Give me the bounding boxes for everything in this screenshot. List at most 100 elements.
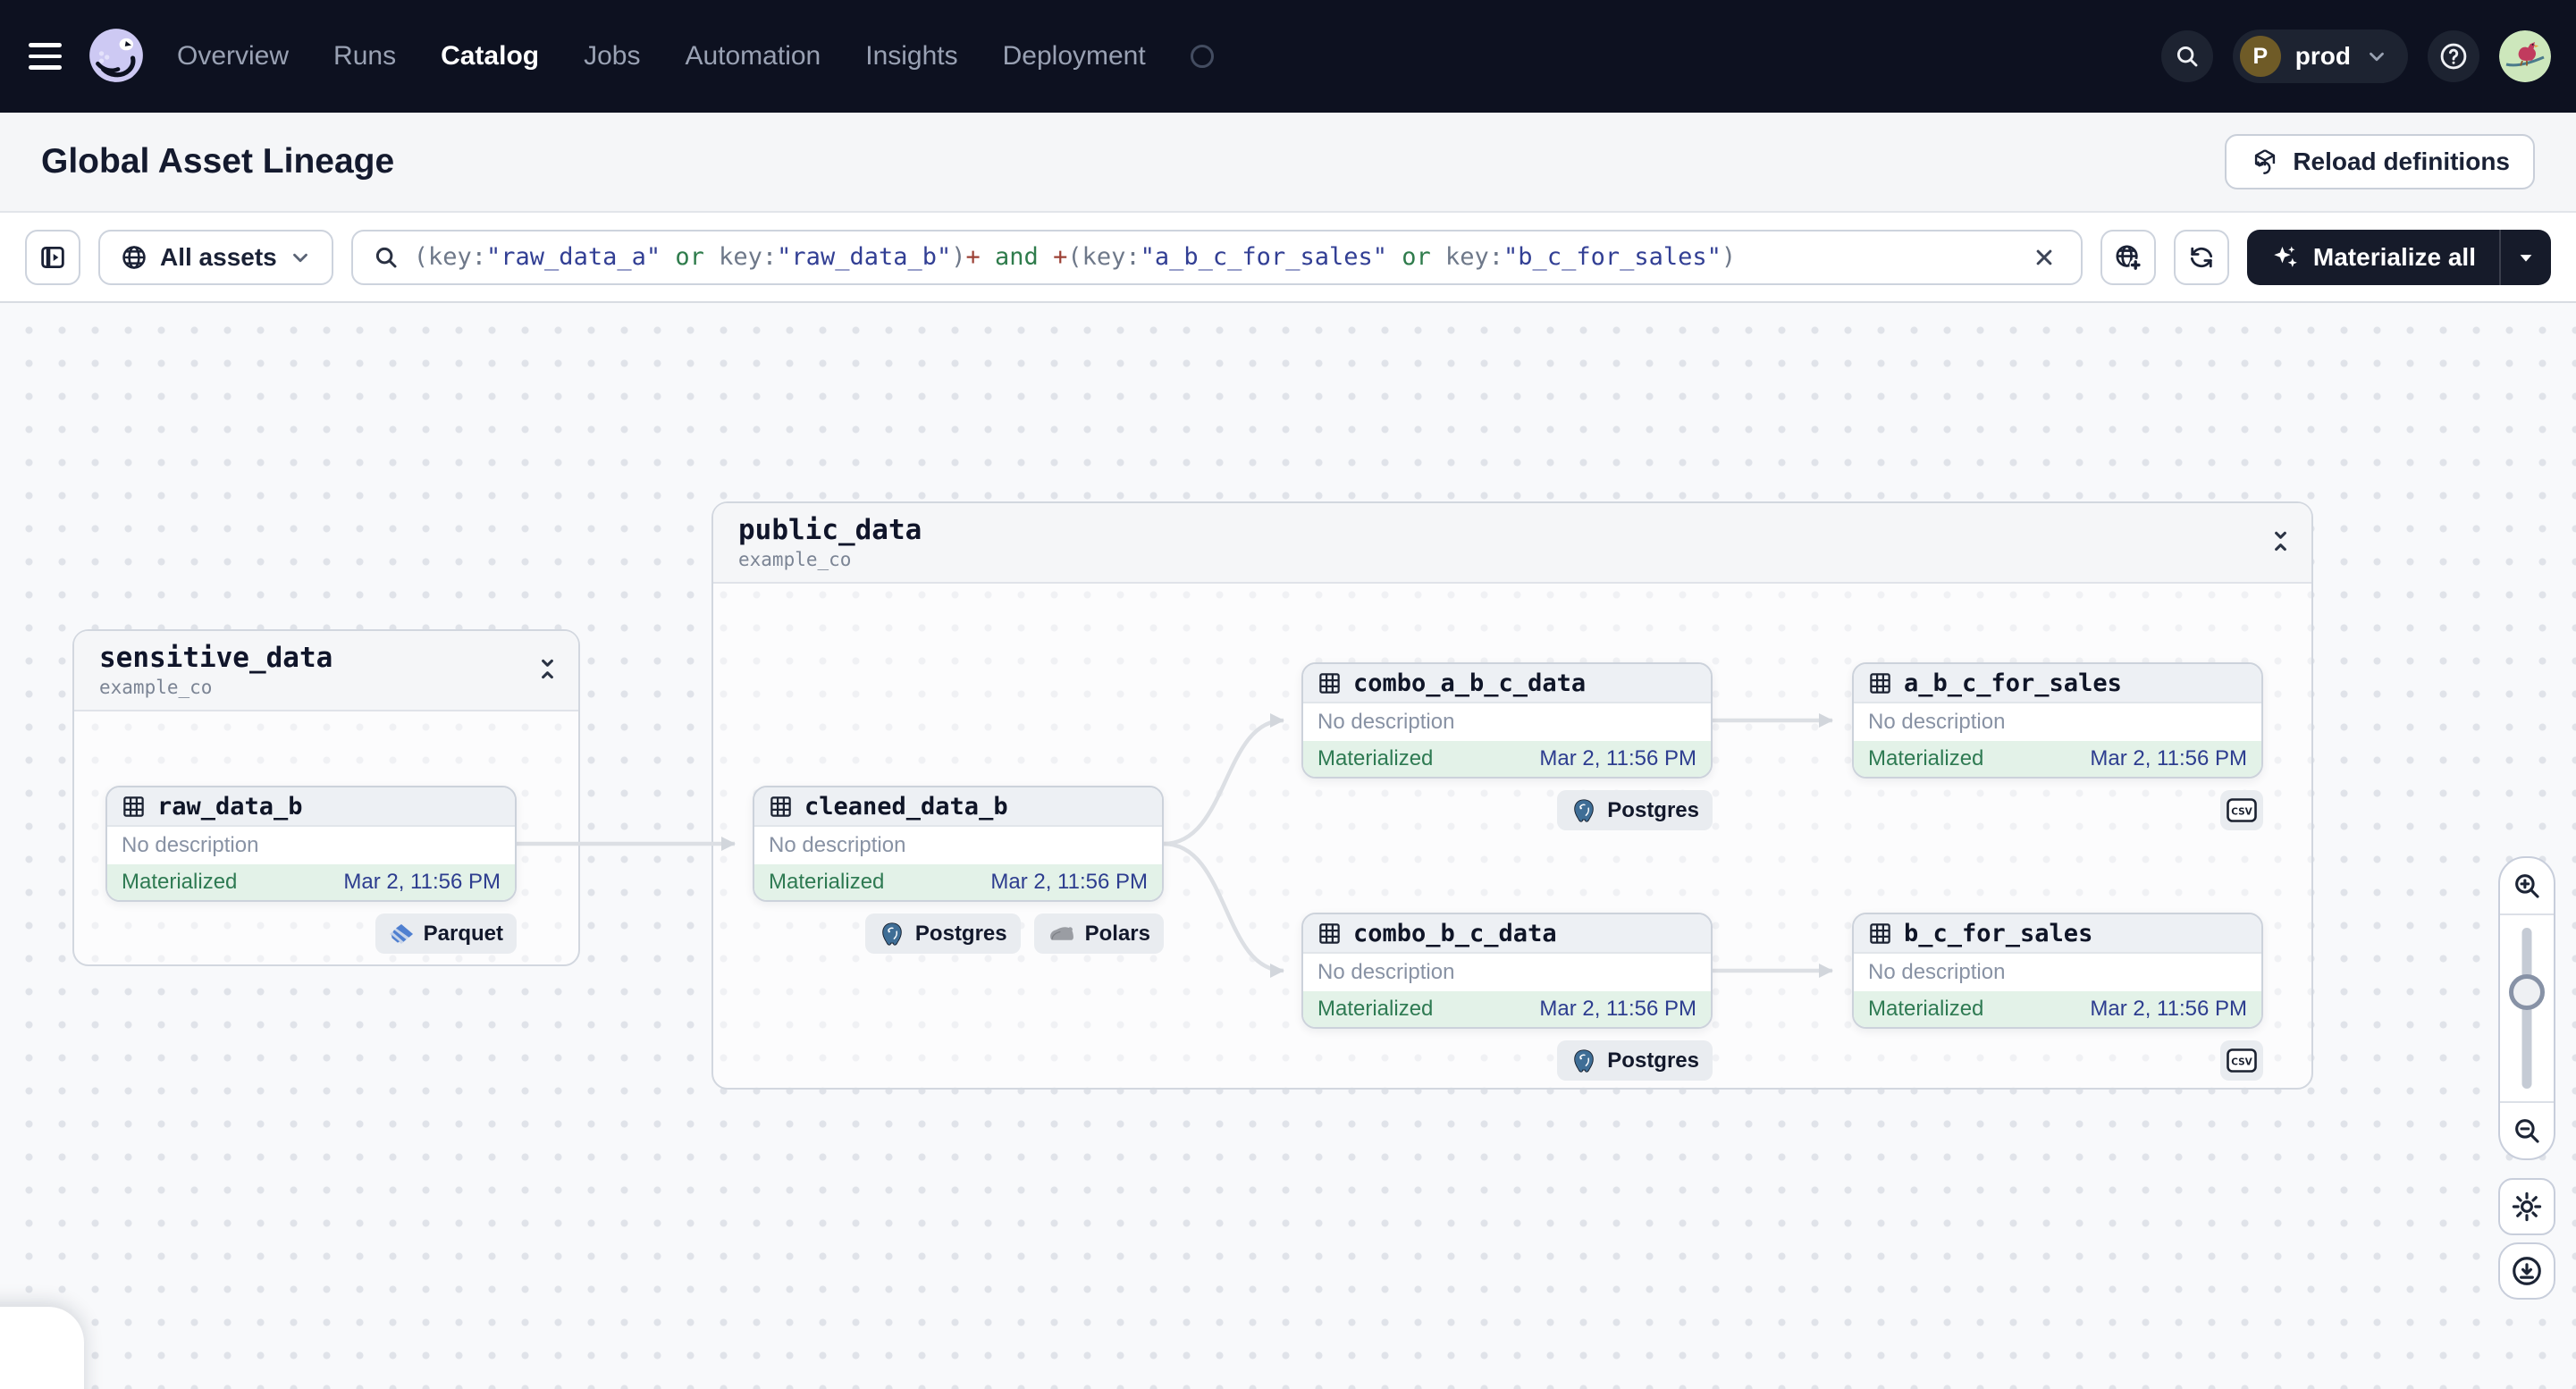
asset-node-header: b_c_for_sales [1854,914,2261,954]
asset-name: combo_a_b_c_data [1353,669,1587,697]
asset-kind-badges: Postgres [1301,790,1713,830]
materialization-timestamp: Mar 2, 11:56 PM [2090,997,2247,1021]
cardinal-avatar-icon [2499,30,2551,82]
materialize-all-button[interactable]: Materialize all [2247,230,2499,285]
asset-node-combo_b_c_data[interactable]: combo_b_c_data No description Materializ… [1301,913,1713,1029]
materialization-timestamp: Mar 2, 11:56 PM [1539,746,1696,770]
asset-node-a_b_c_for_sales[interactable]: a_b_c_for_sales No description Materiali… [1852,662,2263,779]
asset-description: No description [769,833,906,857]
kind-badge-postgres[interactable]: Postgres [1557,790,1713,830]
clear-filter-button[interactable] [2027,240,2061,274]
settings-button[interactable] [2498,1178,2555,1235]
asset-status-row: Materialized Mar 2, 11:56 PM [754,864,1162,900]
kind-badge-csv[interactable]: CSV [2220,1040,2263,1081]
asset-status-row: Materialized Mar 2, 11:56 PM [1303,991,1711,1027]
asset-status-row: Materialized Mar 2, 11:56 PM [1303,741,1711,777]
zoom-slider[interactable] [2500,915,2554,1101]
external-scope-button[interactable] [2100,229,2156,285]
menu-button[interactable] [25,35,68,78]
lineage-edge [1163,841,1284,978]
user-avatar[interactable] [2499,30,2551,82]
dagster-logo-icon[interactable] [86,26,147,87]
kind-badge-polars[interactable]: Polars [1033,913,1164,954]
nav-item-overview[interactable]: Overview [177,41,289,72]
deployment-switcher[interactable]: P prod [2232,29,2408,83]
reload-definitions-button[interactable]: Reload definitions [2225,134,2535,189]
nav-item-deployment[interactable]: Deployment [1003,41,1146,72]
kind-badge-label: Postgres [1607,1048,1699,1073]
asset-kind-badges: CSV [1852,790,2263,830]
materialization-timestamp: Mar 2, 11:56 PM [1539,997,1696,1021]
zoom-slider-thumb[interactable] [2509,974,2545,1010]
asset-status-row: Materialized Mar 2, 11:56 PM [1854,741,2261,777]
panel-toggle-icon [41,246,64,268]
svg-text:CSV: CSV [2231,1057,2252,1068]
asset-node-raw_data_b[interactable]: raw_data_b No description Materialized M… [105,786,517,902]
deployment-avatar: P [2239,36,2281,77]
asset-node-combo_a_b_c_data[interactable]: combo_a_b_c_data No description Material… [1301,662,1713,779]
table-icon [123,796,144,817]
postgres-icon [1574,1048,1595,1073]
globe-plus-icon [2116,244,2142,271]
close-icon [2036,249,2052,265]
filter-query-text: (key:"raw_data_a" or key:"raw_data_b")+ … [413,243,1737,271]
toggle-sidebar-button[interactable] [25,229,80,285]
csv-icon: CSV [2227,798,2257,822]
deployment-name: prod [2294,42,2351,70]
materialize-split-button: Materialize all [2246,229,2551,285]
svg-text:CSV: CSV [2231,807,2252,818]
asset-status-row: Materialized Mar 2, 11:56 PM [1854,991,2261,1027]
zoom-out-button[interactable] [2500,1101,2554,1158]
lineage-toolbar: All assets (key:"raw_data_a" or key:"raw… [0,213,2576,303]
table-icon [1870,922,1890,944]
chevron-down-icon [292,253,307,262]
asset-node-cleaned_data_b[interactable]: cleaned_data_b No description Materializ… [753,786,1164,902]
asset-kind-badges: CSV [1852,1040,2263,1081]
help-button[interactable] [2428,30,2479,82]
asset-kind-badges: Postgres [1301,1040,1713,1081]
zoom-in-button[interactable] [2500,858,2554,915]
asset-scope-dropdown[interactable]: All assets [98,229,333,285]
asset-node-b_c_for_sales[interactable]: b_c_for_sales No description Materialize… [1852,913,2263,1029]
asset-description: No description [1868,710,2006,734]
asset-filter-input[interactable]: (key:"raw_data_a" or key:"raw_data_b")+ … [350,229,2083,285]
download-button[interactable] [2498,1242,2555,1300]
csv-icon: CSV [2227,1048,2257,1073]
kind-badge-postgres[interactable]: Postgres [864,913,1021,954]
main-nav: Overview Runs Catalog Jobs Automation Insight… [177,41,1214,72]
materialize-dropdown-button[interactable] [2499,229,2551,285]
search-icon [375,247,397,267]
asset-node-header: cleaned_data_b [754,787,1162,827]
top-nav: Overview Runs Catalog Jobs Automation Insight… [0,0,2576,113]
kind-badge-csv[interactable]: CSV [2220,790,2263,830]
kind-badge-parquet[interactable]: Parquet [375,913,517,954]
lineage-canvas[interactable]: sensitive_data example_co public_data ex… [0,303,2576,1389]
reload-definitions-label: Reload definitions [2293,147,2510,175]
status-badge: Materialized [769,870,885,894]
chevron-down-icon [2370,52,2384,62]
globe-icon [122,245,146,269]
postgres-icon [882,922,902,946]
refresh-icon [2190,247,2212,267]
reload-cube-icon [2255,149,2276,174]
asset-scope-label: All assets [160,242,277,271]
sparkles-icon [2274,246,2297,267]
nav-item-automation[interactable]: Automation [685,41,821,72]
loading-spinner-icon [1190,45,1214,68]
kind-badge-label: Polars [1084,921,1150,946]
gear-icon [2512,1191,2542,1222]
asset-description: No description [1317,710,1455,734]
help-icon [2440,43,2467,70]
table-icon [1870,672,1890,694]
polars-icon [1049,927,1073,940]
nav-item-jobs[interactable]: Jobs [584,41,640,72]
table-icon [1319,922,1340,944]
nav-item-runs[interactable]: Runs [333,41,396,72]
nav-item-insights[interactable]: Insights [865,41,957,72]
search-button[interactable] [2160,30,2213,82]
status-badge: Materialized [1868,746,1984,770]
kind-badge-postgres[interactable]: Postgres [1557,1040,1713,1081]
refresh-button[interactable] [2173,229,2229,285]
search-icon [2176,46,2198,67]
nav-item-catalog[interactable]: Catalog [441,41,539,72]
